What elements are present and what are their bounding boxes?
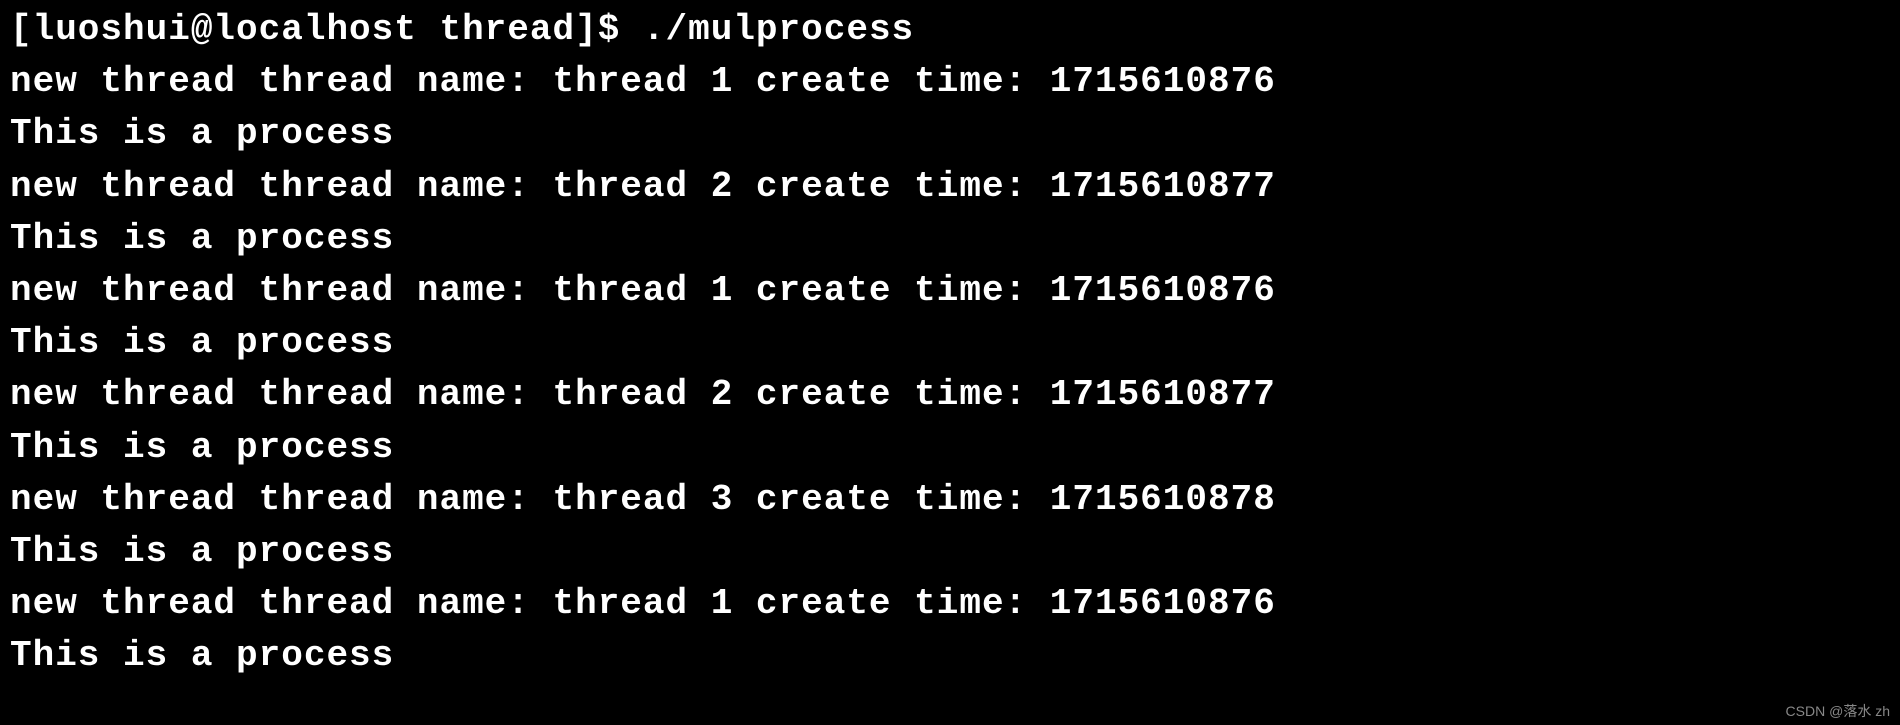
terminal-output-line: This is a process [10,422,1890,474]
shell-command: ./mulprocess [643,9,914,50]
terminal-output-line: This is a process [10,526,1890,578]
terminal-output-line: This is a process [10,108,1890,160]
terminal-output-line: new thread thread name: thread 2 create … [10,369,1890,421]
terminal-output-line: This is a process [10,213,1890,265]
shell-prompt: [luoshui@localhost thread]$ [10,9,643,50]
terminal-output-line: This is a process [10,630,1890,682]
terminal-prompt-line[interactable]: [luoshui@localhost thread]$ ./mulprocess [10,4,1890,56]
terminal-output-line: This is a process [10,317,1890,369]
terminal-output-line: new thread thread name: thread 1 create … [10,265,1890,317]
watermark-text: CSDN @落水 zh [1786,701,1890,721]
terminal-output-line: new thread thread name: thread 1 create … [10,578,1890,630]
terminal-output-line: new thread thread name: thread 1 create … [10,56,1890,108]
terminal-output-line: new thread thread name: thread 3 create … [10,474,1890,526]
terminal-output-line: new thread thread name: thread 2 create … [10,161,1890,213]
